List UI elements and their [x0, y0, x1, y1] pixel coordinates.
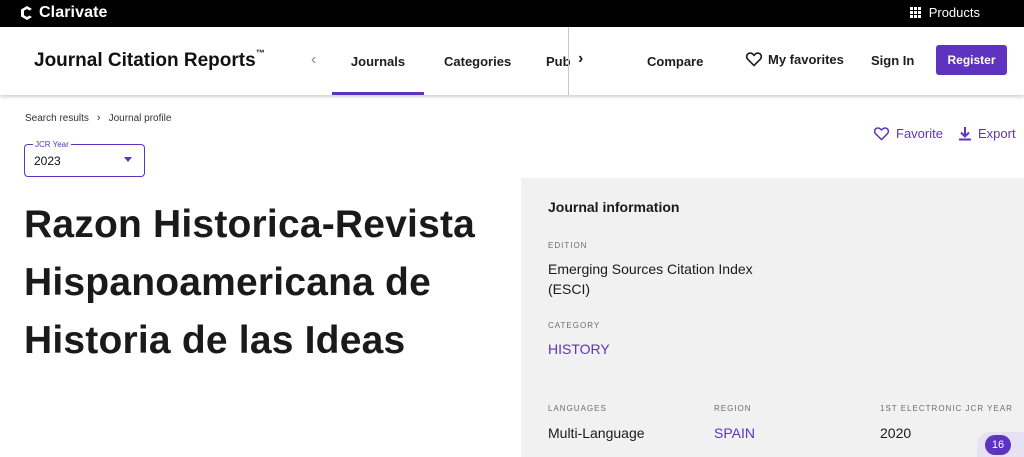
- first-jcr-year-value: 2020: [880, 425, 912, 441]
- languages-value: Multi-Language: [548, 425, 645, 441]
- chevron-right-icon[interactable]: ›: [578, 50, 583, 68]
- first-jcr-year-label: 1ST ELECTRONIC JCR YEAR: [880, 404, 1013, 413]
- notification-count-badge[interactable]: 16: [985, 435, 1011, 455]
- caret-down-icon: [124, 157, 132, 162]
- apps-grid-icon: [909, 7, 921, 18]
- jcr-year-label: JCR Year: [33, 140, 71, 149]
- breadcrumb: Search results › Journal profile: [25, 112, 171, 124]
- products-label: Products: [928, 5, 980, 20]
- heart-icon: [745, 52, 763, 67]
- chevron-right-icon: ›: [96, 112, 101, 124]
- clarivate-logo[interactable]: Clarivate: [20, 4, 108, 22]
- app-title-text: Journal Citation Reports: [34, 50, 256, 71]
- register-button[interactable]: Register: [936, 45, 1007, 75]
- journal-info-heading: Journal information: [548, 199, 680, 215]
- edition-value: Emerging Sources Citation Index (ESCI): [548, 261, 753, 297]
- languages-label: LANGUAGES: [548, 404, 607, 413]
- clarivate-icon: [21, 6, 32, 20]
- my-favorites-link[interactable]: My favorites: [745, 51, 844, 67]
- edition-label: EDITION: [548, 241, 588, 250]
- category-label: CATEGORY: [548, 321, 601, 330]
- chevron-left-icon[interactable]: ‹: [311, 51, 316, 69]
- nav-divider: [568, 27, 569, 95]
- products-menu[interactable]: Products: [909, 5, 980, 20]
- breadcrumb-search-results[interactable]: Search results: [25, 113, 89, 124]
- export-button[interactable]: Export: [958, 126, 1016, 141]
- category-link[interactable]: HISTORY: [548, 339, 610, 359]
- my-favorites-label: My favorites: [768, 51, 844, 67]
- export-label: Export: [978, 126, 1016, 141]
- favorite-button[interactable]: Favorite: [873, 126, 943, 141]
- app-title[interactable]: Journal Citation Reports™: [34, 48, 265, 72]
- heart-icon: [873, 127, 890, 141]
- tab-publishers[interactable]: Publishers: [546, 27, 570, 95]
- jcr-year-select[interactable]: JCR Year 2023: [24, 140, 145, 177]
- top-bar: Clarivate Products: [0, 0, 1024, 27]
- tab-journals-label: Journals: [350, 53, 406, 69]
- tab-categories-label: Categories: [444, 53, 512, 69]
- compare-link[interactable]: Compare: [647, 54, 703, 69]
- sign-in-link[interactable]: Sign In: [871, 53, 914, 68]
- region-label: REGION: [714, 404, 752, 413]
- journal-info-panel: Journal information EDITION Emerging Sou…: [521, 178, 1024, 457]
- main-header: Journal Citation Reports™ ‹ Journals Cat…: [0, 27, 1024, 95]
- tab-categories[interactable]: Categories: [444, 27, 511, 95]
- journal-title: Razon Historica-Revista Hispanoamericana…: [24, 203, 476, 362]
- download-icon: [959, 127, 971, 141]
- brand-name: Clarivate: [39, 4, 108, 21]
- favorite-label: Favorite: [896, 126, 943, 141]
- trademark-mark: ™: [255, 48, 265, 58]
- breadcrumb-journal-profile: Journal profile: [108, 112, 172, 124]
- jcr-year-value: 2023: [34, 154, 61, 168]
- tab-journals[interactable]: Journals: [332, 27, 424, 95]
- region-link[interactable]: SPAIN: [714, 423, 755, 443]
- tab-publishers-label: Publishers: [546, 53, 570, 69]
